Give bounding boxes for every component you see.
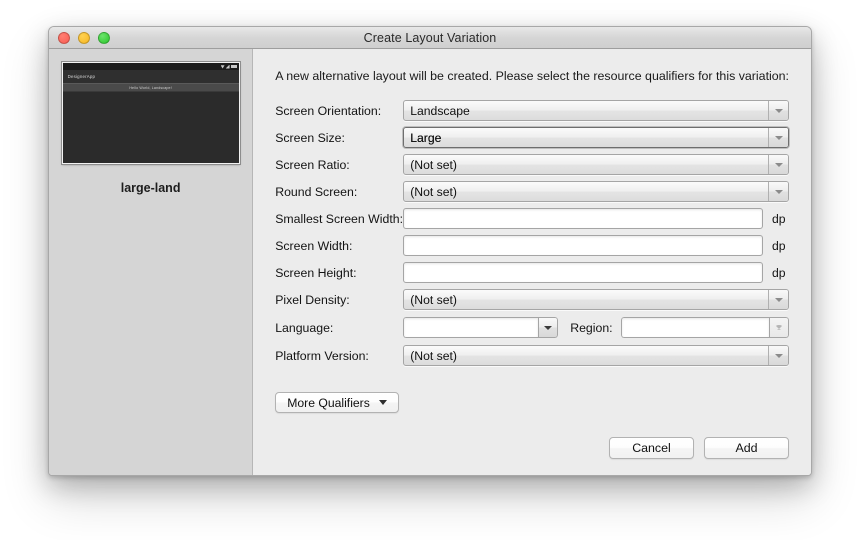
qualifiers-form-panel: A new alternative layout will be created… xyxy=(253,49,811,475)
row-screen-orientation: Screen Orientation: Landscape xyxy=(275,100,789,121)
input-region[interactable] xyxy=(620,317,769,338)
row-pixel-density: Pixel Density: (Not set) xyxy=(275,289,789,310)
add-button[interactable]: Add xyxy=(704,437,789,459)
chevron-down-icon[interactable] xyxy=(768,346,788,365)
input-screen-width[interactable] xyxy=(403,235,763,256)
wifi-icon xyxy=(220,65,225,69)
dropdown-screen-orientation[interactable]: Landscape xyxy=(403,100,789,121)
device-banner-text: Hello World, Landscape! xyxy=(129,85,172,90)
battery-icon xyxy=(230,65,237,68)
input-language[interactable] xyxy=(403,317,539,338)
chevron-down-icon[interactable] xyxy=(768,101,788,120)
more-qualifiers-button[interactable]: More Qualifiers xyxy=(275,392,399,413)
row-screen-ratio: Screen Ratio: (Not set) xyxy=(275,154,789,175)
input-screen-height[interactable] xyxy=(403,262,763,283)
chevron-down-icon[interactable] xyxy=(769,317,789,338)
preview-caption: large-land xyxy=(120,181,181,195)
dialog-body: DesignerApp Hello World, Landscape! larg… xyxy=(49,49,811,475)
chevron-down-icon[interactable] xyxy=(538,317,559,338)
traffic-light-group xyxy=(58,32,110,44)
dropdown-platform-version[interactable]: (Not set) xyxy=(403,345,789,366)
chevron-down-icon[interactable] xyxy=(768,128,788,147)
preview-panel: DesignerApp Hello World, Landscape! larg… xyxy=(49,49,254,475)
dropdown-round-screen-value: (Not set) xyxy=(410,184,457,199)
label-screen-size: Screen Size: xyxy=(275,130,345,145)
unit-smallest-screen-width: dp xyxy=(772,211,786,226)
layout-preview-thumbnail[interactable]: DesignerApp Hello World, Landscape! xyxy=(61,62,240,164)
label-screen-ratio: Screen Ratio: xyxy=(275,157,350,172)
label-language: Language: xyxy=(275,320,334,335)
label-screen-height: Screen Height: xyxy=(275,265,357,280)
caret-down-icon xyxy=(378,400,387,405)
dropdown-pixel-density[interactable]: (Not set) xyxy=(403,289,789,310)
label-pixel-density: Pixel Density: xyxy=(275,292,350,307)
device-app-name: DesignerApp xyxy=(67,73,96,80)
device-status-bar xyxy=(62,63,239,70)
dialog-description: A new alternative layout will be created… xyxy=(275,69,789,83)
dropdown-pixel-density-value: (Not set) xyxy=(410,292,457,307)
chevron-down-icon[interactable] xyxy=(768,290,788,309)
label-platform-version: Platform Version: xyxy=(275,348,369,363)
input-smallest-screen-width[interactable] xyxy=(403,208,763,229)
label-smallest-screen-width: Smallest Screen Width: xyxy=(275,211,403,226)
window-titlebar[interactable]: Create Layout Variation xyxy=(49,27,811,49)
dropdown-screen-size[interactable]: Large xyxy=(403,127,789,148)
row-smallest-screen-width: Smallest Screen Width: dp xyxy=(275,208,789,229)
chevron-down-icon[interactable] xyxy=(768,155,788,174)
dropdown-round-screen[interactable]: (Not set) xyxy=(403,181,789,202)
dialog-action-buttons: Cancel Add xyxy=(609,437,789,459)
dropdown-screen-ratio[interactable]: (Not set) xyxy=(403,154,789,175)
screenshot-canvas: Create Layout Variation DesignerApp Hell… xyxy=(0,0,860,540)
dropdown-screen-orientation-value: Landscape xyxy=(410,103,470,118)
close-button[interactable] xyxy=(58,32,70,44)
label-screen-orientation: Screen Orientation: xyxy=(275,103,382,118)
minimize-button[interactable] xyxy=(78,32,90,44)
cancel-button[interactable]: Cancel xyxy=(609,437,694,459)
row-platform-version: Platform Version: (Not set) xyxy=(275,345,789,366)
device-app-bar: DesignerApp xyxy=(62,70,239,83)
device-content-banner: Hello World, Landscape! xyxy=(62,83,239,92)
row-screen-size: Screen Size: Large xyxy=(275,127,789,148)
row-screen-height: Screen Height: dp xyxy=(275,262,789,283)
row-round-screen: Round Screen: (Not set) xyxy=(275,181,789,202)
maximize-button[interactable] xyxy=(98,32,110,44)
chevron-down-icon[interactable] xyxy=(768,182,788,201)
dropdown-screen-size-value: Large xyxy=(410,130,442,145)
dropdown-screen-ratio-value: (Not set) xyxy=(410,157,457,172)
unit-screen-height: dp xyxy=(772,265,786,280)
more-qualifiers-label: More Qualifiers xyxy=(287,395,370,410)
label-screen-width: Screen Width: xyxy=(275,238,353,253)
combobox-language[interactable] xyxy=(403,317,559,338)
dropdown-platform-version-value: (Not set) xyxy=(410,348,457,363)
row-language-region: Language: Region: xyxy=(275,317,789,338)
more-qualifiers-row: More Qualifiers xyxy=(275,392,789,413)
unit-screen-width: dp xyxy=(772,238,786,253)
label-round-screen: Round Screen: xyxy=(275,184,358,199)
label-region: Region: xyxy=(570,320,613,335)
combobox-region[interactable] xyxy=(620,317,789,338)
window-title: Create Layout Variation xyxy=(363,30,497,45)
row-screen-width: Screen Width: dp xyxy=(275,235,789,256)
create-layout-variation-dialog: Create Layout Variation DesignerApp Hell… xyxy=(48,26,812,476)
signal-icon xyxy=(225,64,230,69)
